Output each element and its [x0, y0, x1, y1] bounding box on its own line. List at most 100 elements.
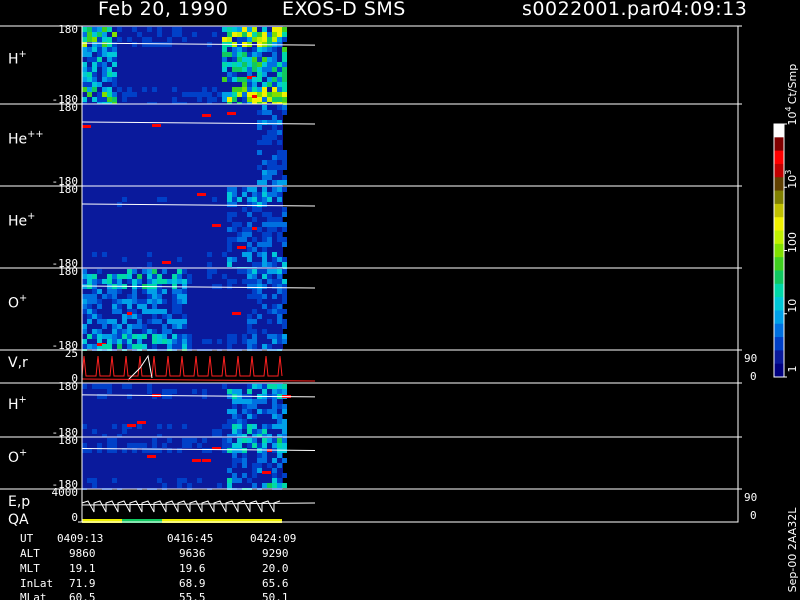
spectrogram-cell [97, 92, 102, 97]
spectrogram-cell [172, 334, 177, 339]
spectrogram-cell [247, 52, 252, 57]
spectrogram-cell [167, 389, 172, 394]
spectrogram-cell [262, 443, 267, 448]
spectrogram-cell [272, 125, 277, 130]
spectrogram-cell [237, 47, 242, 52]
spectrogram-cell [157, 299, 162, 304]
panel-label: E,p [8, 494, 30, 510]
footer-value: 19.6 [179, 562, 206, 575]
spectrogram-cell [137, 319, 142, 324]
spectrogram-cell [162, 443, 167, 448]
spectrogram-cell [252, 468, 257, 473]
spectrogram-cell [247, 97, 252, 102]
spectrogram-cell [92, 57, 97, 62]
colorbar-segment [774, 257, 784, 271]
spectrogram-cell [192, 389, 197, 394]
spectrogram-cell [247, 414, 252, 419]
spectrogram-cell [267, 262, 272, 267]
spectrogram-cell [282, 262, 287, 267]
spectrogram-cell [182, 314, 187, 319]
spectrogram-cell [92, 82, 97, 87]
spectrogram-cell [242, 207, 247, 212]
spectrogram-cell [152, 314, 157, 319]
spectrogram-cell [122, 299, 127, 304]
spectrogram-cell [237, 399, 242, 404]
spectrogram-cell [127, 334, 132, 339]
spectrogram-cell [142, 329, 147, 334]
spectrogram-cell [92, 384, 97, 389]
spectrogram-cell [252, 247, 257, 252]
spectrogram-cell [277, 453, 282, 458]
spectrogram-cell [227, 438, 232, 443]
spectrogram-cell [247, 187, 252, 192]
spectrogram-cell [262, 384, 267, 389]
footer-value: 50.1 [262, 591, 289, 600]
spectrogram-cell [117, 289, 122, 294]
spectrogram-cell [252, 339, 257, 344]
spectrogram-cell [242, 67, 247, 72]
spectrogram-cell [177, 483, 182, 488]
spectrogram-cell [237, 197, 242, 202]
spectrogram-cell [107, 42, 112, 47]
spectrogram-cell [127, 294, 132, 299]
spectrogram-cell [122, 339, 127, 344]
panel-label-secondary: QA [8, 512, 29, 528]
spectrogram-cell [252, 197, 257, 202]
spectrogram-cell [92, 77, 97, 82]
colorbar-tick-label: 103 [784, 170, 799, 189]
spectrogram-cell [252, 438, 257, 443]
spectrogram-cell [282, 82, 287, 87]
spectrogram-cell [122, 314, 127, 319]
spectrogram-cell [127, 299, 132, 304]
spectrogram-cell [107, 443, 112, 448]
spectrogram-cell [262, 389, 267, 394]
spectrogram-cell [82, 279, 87, 284]
spectrogram-cell [227, 262, 232, 267]
spectrogram-cell [112, 478, 117, 483]
spectrogram-cell [277, 32, 282, 37]
spectrogram-cell [97, 32, 102, 37]
spectrogram-cell [252, 37, 257, 42]
spectrogram-cell [197, 193, 206, 196]
spectrogram-cell [247, 252, 252, 257]
spectrogram-cell [112, 82, 117, 87]
spectrogram-cell [267, 212, 272, 217]
spectrogram-cell [237, 246, 246, 249]
spectrogram-cell [107, 67, 112, 72]
spectrogram-cell [207, 339, 212, 344]
spectrogram-cell [282, 67, 287, 72]
spectrogram-cell [102, 294, 107, 299]
footer-value: 0424:09 [250, 532, 296, 545]
spectrogram-cell [272, 187, 277, 192]
spectrogram-cell [252, 57, 257, 62]
footer-value: 0409:13 [57, 532, 103, 545]
spectrogram-cell [117, 324, 122, 329]
spectrogram-cell [102, 62, 107, 67]
spectrogram-cell [252, 429, 257, 434]
footer-row-label: MLat [20, 591, 47, 600]
spectrogram-cell [132, 92, 137, 97]
spectrogram-cell [147, 262, 152, 267]
spectrogram-cell [252, 207, 257, 212]
spectrogram-cell [122, 334, 127, 339]
spectrogram-cell [182, 339, 187, 344]
spectrogram-cell [112, 319, 117, 324]
footer-value: 55.5 [179, 591, 206, 600]
spectrogram-cell [102, 87, 107, 92]
spectrogram-cell [177, 339, 182, 344]
spectrogram-cell [282, 289, 287, 294]
spectrogram-cell [107, 97, 112, 102]
spectrogram-cell [102, 72, 107, 77]
spectrogram-cell [232, 72, 237, 77]
spectrogram-cell [262, 87, 267, 92]
spectrogram-cell [252, 217, 257, 222]
spectrogram-cell [262, 170, 267, 175]
spectrogram-cell [282, 227, 287, 232]
colorbar-segment [774, 190, 784, 205]
spectrogram-cell [242, 192, 247, 197]
spectrogram-cell [232, 478, 237, 483]
spectrogram-cell [182, 334, 187, 339]
spectrogram-cell [252, 344, 257, 349]
spectrogram-cell [172, 344, 177, 349]
spectrogram-cell [267, 309, 272, 314]
